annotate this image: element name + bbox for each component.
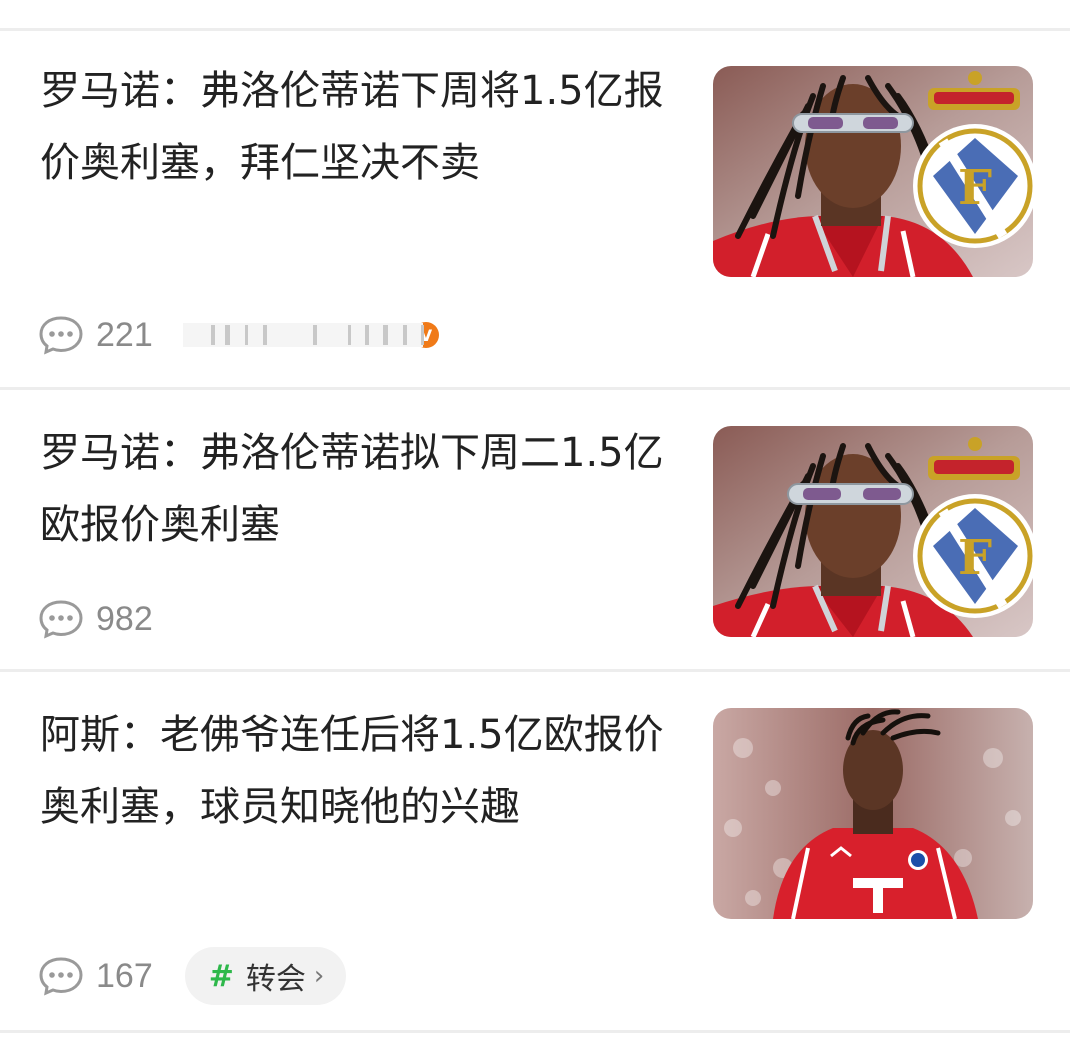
comment-count: 167: [96, 956, 153, 995]
news-title[interactable]: 罗马诺：弗洛伦蒂诺下周将1.5亿报价奥利塞，拜仁坚决不卖: [40, 55, 690, 199]
comment-bubble-icon: [39, 957, 83, 996]
news-card[interactable]: 阿斯：老佛爷连任后将1.5亿欧报价奥利塞，球员知晓他的兴趣 167 # 转会 ›: [0, 699, 1070, 1029]
news-meta: 221 V: [38, 313, 441, 357]
player-bayern-thumbnail-image: [713, 708, 1033, 919]
svg-text:F: F: [958, 160, 992, 216]
svg-text:F: F: [958, 530, 992, 586]
comment-count: 982: [96, 599, 153, 638]
player-goggles-thumbnail-image: F: [713, 426, 1033, 637]
item-divider: [0, 669, 1070, 672]
topic-tag-transfer[interactable]: # 转会 ›: [184, 947, 347, 1005]
news-thumbnail[interactable]: F: [713, 66, 1033, 277]
blurred-author-text: [182, 323, 424, 347]
item-divider: [0, 387, 1070, 390]
top-divider: [0, 28, 1070, 31]
hashtag-icon: #: [208, 958, 234, 994]
comment-bubble-icon: [39, 600, 83, 639]
news-title[interactable]: 阿斯：老佛爷连任后将1.5亿欧报价奥利塞，球员知晓他的兴趣: [40, 699, 690, 843]
player-goggles-thumbnail-image: F: [713, 66, 1033, 277]
news-card[interactable]: 罗马诺：弗洛伦蒂诺下周将1.5亿报价奥利塞，拜仁坚决不卖 F 221 V: [0, 55, 1070, 385]
news-title[interactable]: 罗马诺：弗洛伦蒂诺拟下周二1.5亿欧报价奥利塞: [40, 417, 690, 561]
chevron-right-icon: ›: [313, 961, 325, 991]
comment-count: 221: [96, 315, 153, 354]
topic-tag-label: 转会: [245, 962, 306, 997]
news-thumbnail[interactable]: [713, 708, 1033, 919]
news-meta: 982: [38, 597, 153, 641]
author-name-blurred[interactable]: [182, 317, 443, 353]
news-meta: 167 # 转会 ›: [38, 947, 347, 1005]
news-thumbnail[interactable]: F: [713, 426, 1033, 637]
comment-bubble-icon: [39, 316, 83, 355]
bottom-divider: [0, 1030, 1070, 1033]
news-card[interactable]: 罗马诺：弗洛伦蒂诺拟下周二1.5亿欧报价奥利塞 F 982: [0, 417, 1070, 667]
